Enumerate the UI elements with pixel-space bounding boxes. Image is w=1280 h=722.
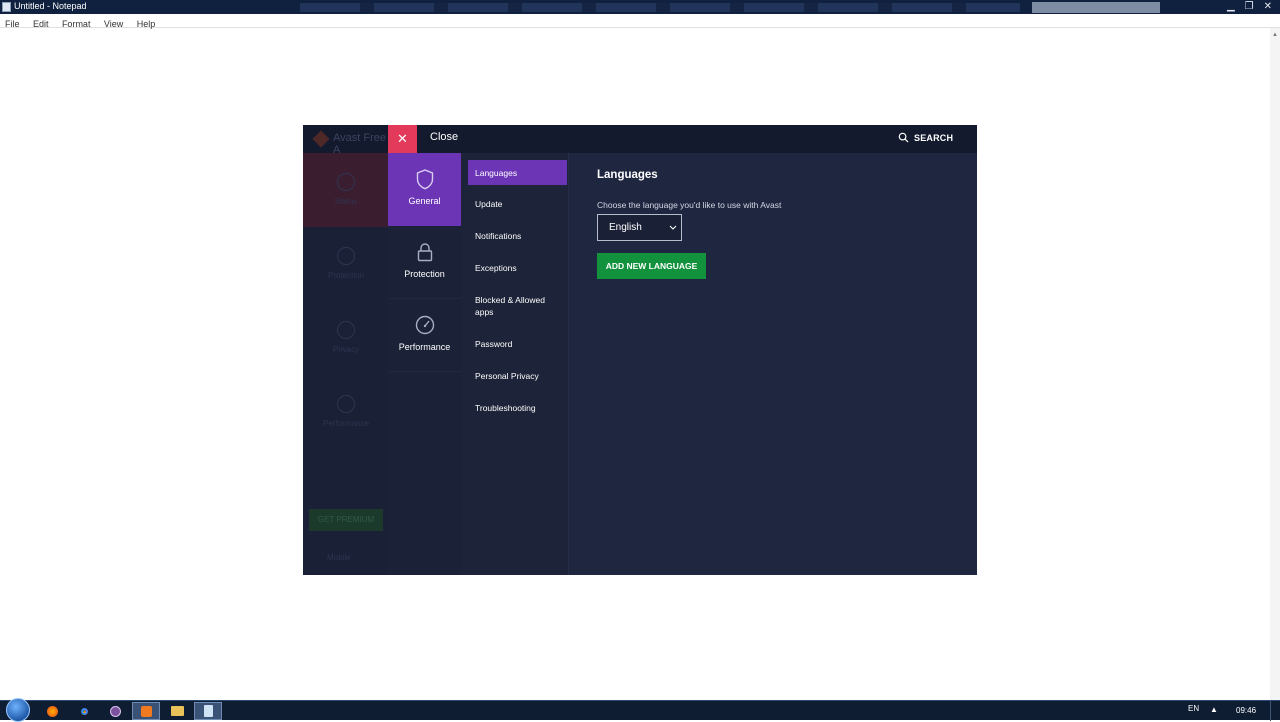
language-indicator[interactable]: EN [1188, 704, 1199, 713]
close-window-icon[interactable]: ✕ [1264, 1, 1272, 12]
explorer-icon [170, 706, 184, 716]
subsection-languages[interactable]: Languages [468, 160, 567, 185]
category-label: Performance [398, 342, 451, 352]
close-button[interactable]: Close [430, 131, 458, 143]
background-nav-protection: Protection [303, 247, 389, 280]
taskbar-chrome[interactable] [70, 702, 98, 720]
search-icon [898, 132, 909, 143]
notepad-scrollbar[interactable]: ▲ [1270, 28, 1280, 700]
shield-icon [416, 169, 433, 190]
status-icon [337, 173, 355, 191]
start-button[interactable] [6, 698, 30, 722]
category-label: Protection [404, 269, 445, 279]
language-select[interactable]: English [597, 214, 682, 241]
menu-format[interactable]: Format [62, 19, 91, 29]
subsection-update[interactable]: Update [468, 198, 567, 210]
category-performance[interactable]: Performance [388, 299, 461, 372]
background-nav-privacy: Privacy [303, 321, 389, 354]
notepad-app-icon [2, 2, 11, 12]
taskbar-avast[interactable] [132, 702, 160, 720]
notepad-icon [203, 705, 213, 717]
search-button[interactable]: SEARCH [898, 132, 953, 143]
speedometer-icon [415, 315, 434, 335]
fingerprint-icon [337, 321, 355, 339]
menu-help[interactable]: Help [137, 19, 156, 29]
search-label: SEARCH [914, 132, 954, 143]
subsection-blocked-allowed-apps[interactable]: Blocked & Allowed apps [468, 294, 567, 318]
scroll-up-icon[interactable]: ▲ [1272, 32, 1278, 38]
close-icon[interactable]: ✕ [388, 125, 417, 153]
page-title: Languages [597, 169, 658, 181]
settings-topbar [388, 125, 977, 153]
speedometer-icon [337, 395, 355, 413]
window-title: Untitled - Notepad [14, 1, 87, 11]
subsection-exceptions[interactable]: Exceptions [468, 262, 567, 274]
background-premium-button: GET PREMIUM [309, 509, 383, 531]
settings-content: Languages Choose the language you'd like… [569, 153, 977, 575]
category-nav: General Protection Performance [388, 153, 461, 575]
background-nav-performance: Performance [303, 395, 389, 428]
selected-language: English [609, 222, 642, 233]
chevron-down-icon [669, 215, 677, 250]
background-tabs-strip [300, 3, 1020, 12]
menu-file[interactable]: File [5, 19, 20, 29]
avast-icon [140, 705, 152, 717]
avast-window: Avast Free A Status Protection Privacy P… [303, 125, 977, 575]
lock-icon [337, 247, 355, 265]
clock[interactable]: 09:46 [1236, 706, 1256, 715]
notepad-titlebar: Untitled - Notepad ▁ ❐ ✕ [0, 0, 1280, 14]
minimize-icon[interactable]: ▁ [1227, 1, 1235, 12]
background-search-strip [1032, 2, 1160, 13]
subsection-password[interactable]: Password [468, 338, 567, 350]
background-mobile-link: Mobile [327, 553, 351, 562]
taskbar-firefox[interactable] [38, 702, 66, 720]
show-desktop-button[interactable] [1270, 701, 1280, 721]
taskbar-explorer[interactable] [163, 702, 191, 720]
taskbar-notepad[interactable] [194, 702, 222, 720]
taskbar: EN ▲ 09:46 [0, 698, 1280, 722]
tray-chevron-up-icon[interactable]: ▲ [1210, 705, 1218, 714]
notepad-menubar: File Edit Format View Help [0, 14, 1280, 29]
menu-view[interactable]: View [104, 19, 123, 29]
restore-icon[interactable]: ❐ [1245, 1, 1254, 12]
category-protection[interactable]: Protection [388, 226, 461, 299]
category-label: General [408, 196, 441, 206]
taskbar-viber[interactable] [101, 702, 129, 720]
menu-edit[interactable]: Edit [33, 19, 49, 29]
subsection-personal-privacy[interactable]: Personal Privacy [468, 370, 567, 382]
chrome-icon [78, 705, 90, 717]
subsection-troubleshooting[interactable]: Troubleshooting [468, 402, 567, 414]
firefox-icon [46, 705, 58, 717]
subsection-nav: Languages Update Notifications Exception… [461, 153, 569, 575]
add-new-language-button[interactable]: ADD NEW LANGUAGE [597, 253, 706, 279]
language-description: Choose the language you'd like to use wi… [597, 200, 782, 210]
subsection-notifications[interactable]: Notifications [468, 230, 567, 242]
background-sidebar: Avast Free A Status Protection Privacy P… [303, 125, 389, 575]
background-nav-status: Status [303, 173, 389, 206]
category-general[interactable]: General [388, 153, 461, 226]
lock-icon [417, 243, 432, 262]
viber-icon [109, 705, 121, 717]
